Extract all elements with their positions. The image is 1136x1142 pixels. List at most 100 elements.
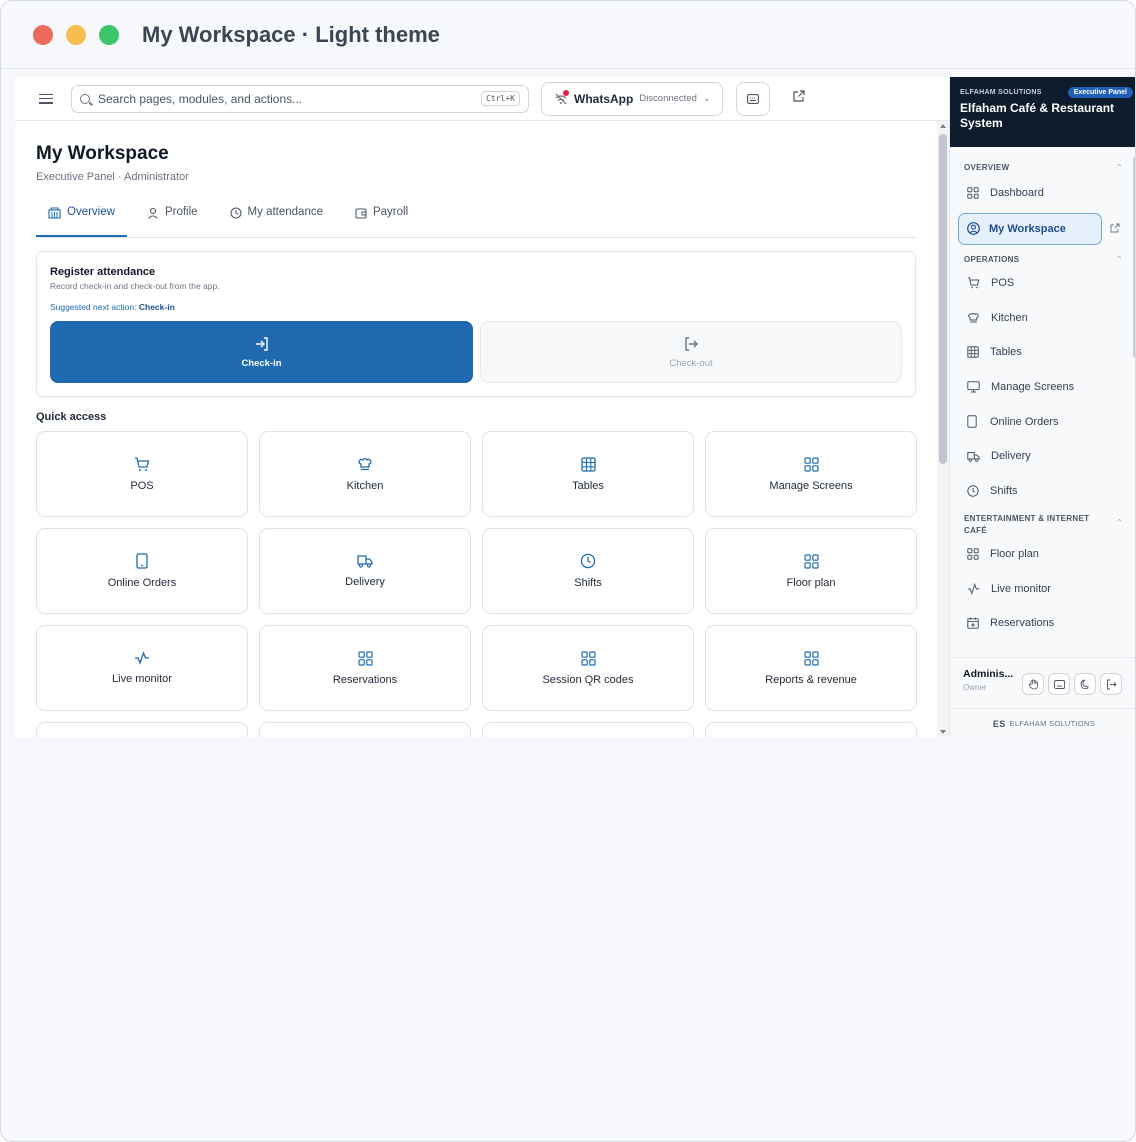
tile-label: Session QR codes <box>542 673 634 686</box>
external-link-icon <box>793 90 806 102</box>
section-entertainment[interactable]: ENTERTAINMENT & INTERNET CAFÉ ⌃ <box>950 513 1135 537</box>
quick-tile-session-qr-codes[interactable]: Session QR codes <box>482 625 694 711</box>
quick-tile-shifts[interactable]: Shifts <box>482 528 694 614</box>
main-scrollbar[interactable] <box>937 121 949 737</box>
tab-my-attendance[interactable]: My attendance <box>218 206 335 237</box>
app-name: Elfaham Café & Restaurant System <box>960 101 1115 130</box>
moon-icon <box>1080 679 1088 689</box>
tab-profile[interactable]: Profile <box>135 206 210 237</box>
search-box[interactable]: Search pages, modules, and actions... Ct… <box>71 84 529 113</box>
section-operations[interactable]: OPERATIONS ⌃ <box>950 254 1135 264</box>
tab-overview[interactable]: Overview <box>36 206 127 237</box>
check-in-label: Check-in <box>241 357 282 369</box>
quick-tile-partial[interactable] <box>36 722 248 737</box>
quick-tile-reservations[interactable]: Reservations <box>259 625 471 711</box>
user-circle-icon <box>967 222 980 236</box>
quick-tile-partial[interactable] <box>259 722 471 737</box>
section-overview[interactable]: OVERVIEW ⌃ <box>950 163 1135 172</box>
activity-icon <box>967 582 980 595</box>
external-link-icon[interactable] <box>1110 220 1120 238</box>
open-external-button[interactable] <box>792 89 806 108</box>
quick-tile-live-monitor[interactable]: Live monitor <box>36 625 248 711</box>
log-out-icon <box>685 336 698 351</box>
sidebar-item-reservations[interactable]: Reservations <box>950 606 1135 641</box>
sidebar-scrollbar[interactable] <box>1131 157 1135 657</box>
layout-grid-icon <box>967 187 979 200</box>
quick-tile-delivery[interactable]: Delivery <box>259 528 471 614</box>
page-title: My Workspace <box>36 143 169 164</box>
shortcut-hint: Ctrl+K <box>481 91 520 106</box>
sidebar-item-manage-screens[interactable]: Manage Screens <box>950 370 1135 405</box>
whatsapp-status: Disconnected <box>639 93 697 104</box>
scroll-up-arrow[interactable] <box>940 124 946 128</box>
quick-tile-reports-revenue[interactable]: Reports & revenue <box>705 625 917 711</box>
check-out-button[interactable]: Check-out <box>480 321 902 383</box>
app-window: My Workspace · Light theme Search pages,… <box>0 0 1136 1142</box>
tablet-icon <box>136 553 148 569</box>
keyboard-button[interactable] <box>1048 673 1070 695</box>
user-icon <box>148 207 158 219</box>
layout-grid-icon <box>803 456 819 472</box>
sidebar-item-label: POS <box>991 277 1015 290</box>
search-icon <box>80 93 90 104</box>
quick-tile-partial[interactable] <box>705 722 917 737</box>
section-label: ENTERTAINMENT & INTERNET CAFÉ <box>964 513 1090 535</box>
tile-label: Live monitor <box>112 673 172 685</box>
quick-tile-manage-screens[interactable]: Manage Screens <box>705 431 917 517</box>
sidebar-item-delivery[interactable]: Delivery <box>950 439 1135 474</box>
tile-label: Online Orders <box>107 577 177 589</box>
sidebar-item-my-workspace[interactable]: My Workspace <box>958 212 1102 245</box>
touch-mode-button[interactable] <box>1022 673 1044 695</box>
sidebar-item-pos[interactable]: POS <box>950 266 1135 301</box>
keyboard-icon <box>1053 679 1065 689</box>
section-label: OPERATIONS <box>964 254 1020 264</box>
sidebar-item-tables[interactable]: Tables <box>950 335 1135 370</box>
quick-tile-pos[interactable]: POS <box>36 431 248 517</box>
scroll-thumb[interactable] <box>939 134 947 464</box>
page-subtitle: Executive Panel · Administrator <box>36 171 189 183</box>
tile-label: Reservations <box>332 673 398 686</box>
keyboard-button[interactable] <box>736 81 771 116</box>
quick-tile-tables[interactable]: Tables <box>482 431 694 517</box>
quick-tile-kitchen[interactable]: Kitchen <box>259 431 471 517</box>
whatsapp-status-button[interactable]: WhatsApp Disconnected ⌄ <box>541 81 724 116</box>
layout-grid-icon <box>357 650 373 666</box>
quick-tile-partial[interactable] <box>482 722 694 737</box>
layout-grid-icon <box>967 548 979 560</box>
truck-icon <box>357 555 373 568</box>
sidebar-item-kitchen[interactable]: Kitchen <box>950 300 1135 335</box>
title-bar: My Workspace · Light theme <box>1 1 1135 69</box>
user-info[interactable]: Adminis... Owner <box>963 668 1013 692</box>
whatsapp-label: WhatsApp <box>574 91 634 106</box>
scroll-down-arrow[interactable] <box>940 730 946 734</box>
sidebar-item-dashboard[interactable]: Dashboard <box>950 176 1135 211</box>
hand-icon <box>1028 678 1038 689</box>
tile-label: Reports & revenue <box>765 673 857 686</box>
sidebar-item-shifts[interactable]: Shifts <box>950 474 1135 509</box>
minimize-window-button[interactable] <box>66 24 86 45</box>
logout-button[interactable] <box>1100 673 1122 695</box>
tile-label: Delivery <box>345 576 385 588</box>
wallet-icon <box>355 208 367 219</box>
user-name: Adminis... <box>963 668 1014 680</box>
sidebar-item-label: Kitchen <box>991 311 1028 324</box>
sidebar-item-online-orders[interactable]: Online Orders <box>950 404 1135 439</box>
maximize-window-button[interactable] <box>99 24 119 45</box>
layout-grid-icon <box>580 650 596 666</box>
activity-icon <box>135 651 149 665</box>
quick-tile-floor-plan[interactable]: Floor plan <box>705 528 917 614</box>
tile-label: Shifts <box>574 577 602 589</box>
menu-icon[interactable] <box>39 93 53 104</box>
close-window-button[interactable] <box>33 24 53 45</box>
sidebar-item-floor-plan[interactable]: Floor plan <box>950 537 1135 572</box>
sidebar-item-live-monitor[interactable]: Live monitor <box>950 571 1135 606</box>
theme-toggle-button[interactable] <box>1074 673 1096 695</box>
tab-payroll[interactable]: Payroll <box>343 206 420 237</box>
quick-tile-online-orders[interactable]: Online Orders <box>36 528 248 614</box>
search-input[interactable]: Search pages, modules, and actions... <box>98 92 481 106</box>
attendance-title: Register attendance <box>50 266 156 278</box>
tile-label: Manage Screens <box>769 479 853 492</box>
check-in-button[interactable]: Check-in <box>50 321 473 383</box>
quick-access-grid: POS Kitchen Tables Manage Screens Online… <box>36 431 917 737</box>
check-out-label: Check-out <box>669 357 713 369</box>
